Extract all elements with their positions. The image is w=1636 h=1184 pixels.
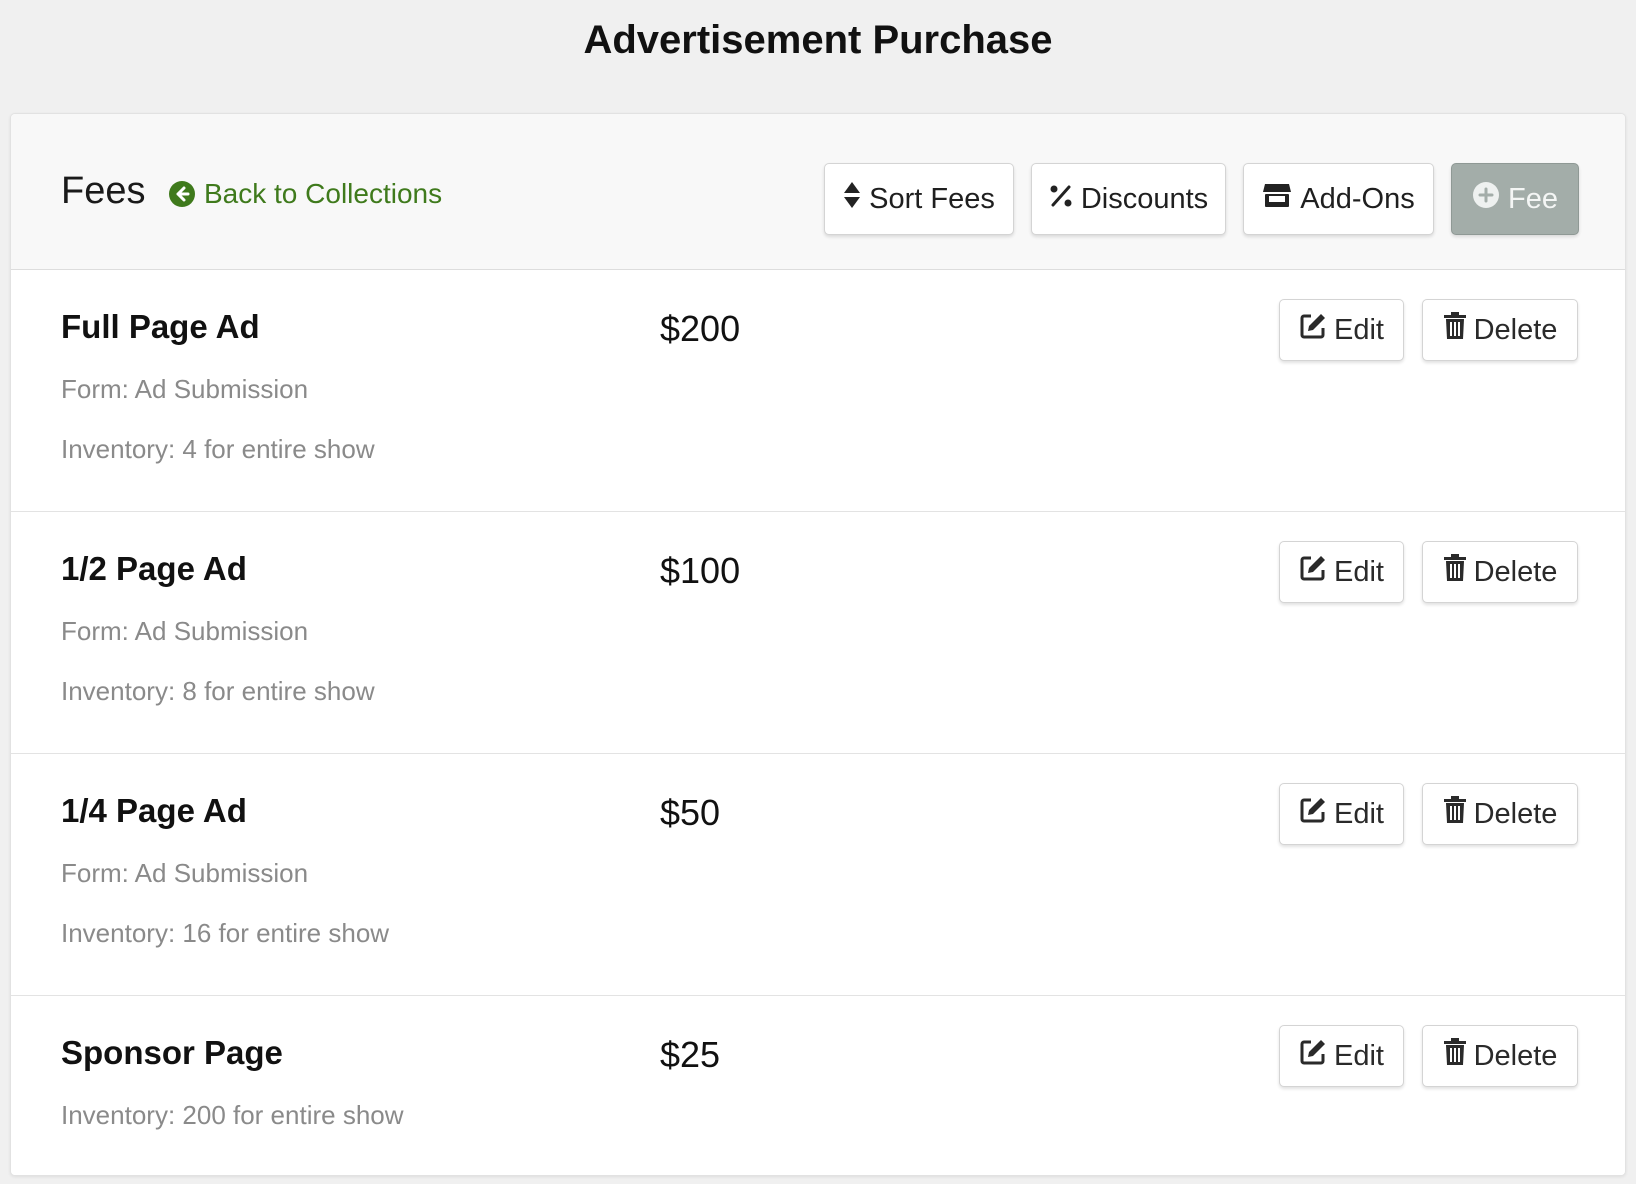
fees-card: Fees Back to Collections Sort Fees Disco… [10, 113, 1626, 1176]
edit-label: Edit [1334, 555, 1384, 588]
fee-form: Form: Ad Submission [61, 374, 309, 404]
discounts-button[interactable]: Discounts [1031, 163, 1226, 235]
trash-icon [1443, 554, 1467, 590]
page-title: Advertisement Purchase [583, 18, 1053, 62]
fee-price: $200 [660, 308, 741, 349]
sort-icon [843, 181, 861, 217]
delete-label: Delete [1473, 797, 1558, 830]
edit-label: Edit [1334, 1039, 1384, 1072]
trash-icon [1443, 1038, 1467, 1074]
fee-name: Full Page Ad [61, 308, 260, 345]
fee-name: 1/2 Page Ad [61, 550, 247, 587]
fees-header: Fees Back to Collections Sort Fees Disco… [11, 114, 1625, 270]
percent-icon [1049, 183, 1073, 216]
edit-button[interactable]: Edit [1279, 541, 1404, 603]
fee-inventory: Inventory: 4 for entire show [61, 434, 375, 464]
edit-button[interactable]: Edit [1279, 1025, 1404, 1087]
arrow-circle-left-icon [168, 180, 196, 208]
fee-price: $50 [660, 792, 721, 833]
edit-icon [1299, 312, 1327, 348]
edit-button[interactable]: Edit [1279, 299, 1404, 361]
edit-button[interactable]: Edit [1279, 783, 1404, 845]
edit-icon [1299, 1038, 1327, 1074]
fee-inventory: Inventory: 8 for entire show [61, 676, 375, 706]
store-icon [1262, 182, 1292, 216]
edit-icon [1299, 554, 1327, 590]
delete-label: Delete [1473, 313, 1558, 346]
fee-form: Form: Ad Submission [61, 858, 309, 888]
add-ons-label: Add-Ons [1300, 182, 1415, 215]
add-fee-button[interactable]: Fee [1451, 163, 1579, 235]
trash-icon [1443, 312, 1467, 348]
fee-inventory: Inventory: 16 for entire show [61, 918, 390, 948]
delete-button[interactable]: Delete [1422, 299, 1578, 361]
add-fee-label: Fee [1508, 182, 1558, 215]
add-ons-button[interactable]: Add-Ons [1243, 163, 1434, 235]
fee-row: Full Page Ad $200 Form: Ad Submission In… [11, 270, 1625, 512]
fee-row: 1/4 Page Ad $50 Form: Ad Submission Inve… [11, 754, 1625, 996]
sort-fees-label: Sort Fees [869, 182, 995, 215]
sort-fees-button[interactable]: Sort Fees [824, 163, 1014, 235]
fee-inventory: Inventory: 200 for entire show [61, 1100, 404, 1130]
trash-icon [1443, 796, 1467, 832]
delete-button[interactable]: Delete [1422, 783, 1578, 845]
fees-title: Fees [61, 170, 146, 212]
edit-label: Edit [1334, 797, 1384, 830]
delete-label: Delete [1473, 1039, 1558, 1072]
fee-row: Sponsor Page $25 Inventory: 200 for enti… [11, 996, 1625, 1175]
fee-name: 1/4 Page Ad [61, 792, 247, 829]
back-to-collections-link[interactable]: Back to Collections [168, 178, 442, 210]
fee-form: Form: Ad Submission [61, 616, 309, 646]
delete-label: Delete [1473, 555, 1558, 588]
fee-price: $25 [660, 1034, 721, 1075]
delete-button[interactable]: Delete [1422, 541, 1578, 603]
fee-row: 1/2 Page Ad $100 Form: Ad Submission Inv… [11, 512, 1625, 754]
plus-circle-icon [1472, 181, 1500, 217]
discounts-label: Discounts [1080, 182, 1209, 215]
delete-button[interactable]: Delete [1422, 1025, 1578, 1087]
edit-label: Edit [1334, 313, 1384, 346]
edit-icon [1299, 796, 1327, 832]
fee-price: $100 [660, 550, 741, 591]
fee-name: Sponsor Page [61, 1034, 283, 1071]
back-link-label: Back to Collections [204, 178, 443, 209]
